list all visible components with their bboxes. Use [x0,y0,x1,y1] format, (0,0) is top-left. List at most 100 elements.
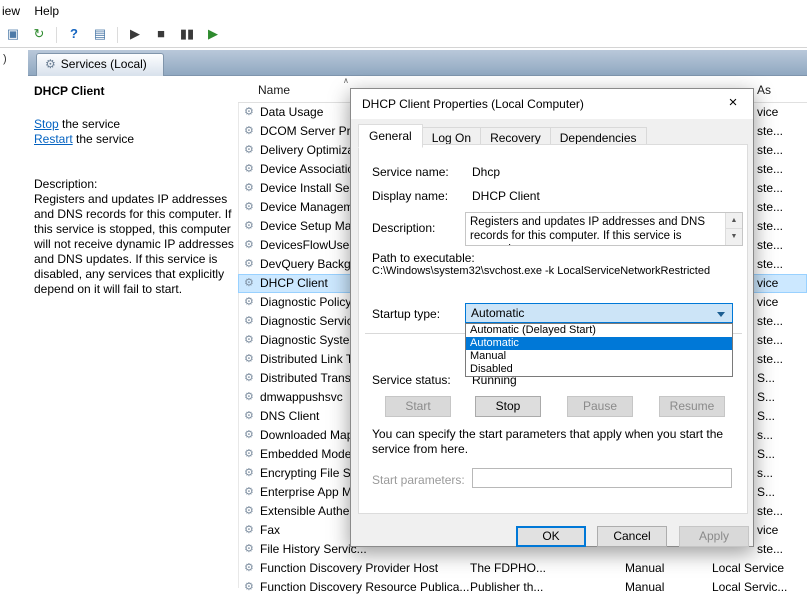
show-console-tree-icon[interactable]: ▣ [1,24,25,44]
stop-button[interactable]: Stop [475,396,541,417]
service-name: Device Setup Mar... [260,217,365,236]
logon-as-fragment: ste... [757,179,783,198]
dialog-tabs: GeneralLog OnRecoveryDependencies [358,125,646,146]
logon-as-fragment: S... [757,388,775,407]
logon-as-fragment: ste... [757,312,783,331]
service-gear-icon: ⚙ [244,388,254,407]
properties-list-icon[interactable]: ▤ [88,24,112,44]
service-gear-icon: ⚙ [244,293,254,312]
logon-as-fragment: ste... [757,502,783,521]
service-name: Diagnostic Policy... [260,293,360,312]
logon-as-fragment: vice [757,293,778,312]
column-header-logon-as-fragment[interactable]: As [757,83,771,97]
dialog-description-box[interactable]: Registers and updates IP addresses and D… [465,212,743,246]
service-gear-icon: ⚙ [244,369,254,388]
logon-as-fragment: ste... [757,141,783,160]
scroll-down-icon[interactable]: ▼ [725,229,742,245]
service-name: Fax [260,521,280,540]
logon-as-fragment: vice [757,103,778,122]
startup-type-value: Automatic [471,306,524,320]
toolbar-separator [56,27,57,43]
service-gear-icon: ⚙ [244,502,254,521]
service-name: Data Usage [260,103,323,122]
service-name: DevQuery Backgr... [260,255,364,274]
help-icon[interactable]: ? [62,24,86,44]
startup-type-label: Startup type: [372,307,440,321]
service-gear-icon: ⚙ [244,426,254,445]
dialog-titlebar[interactable]: DHCP Client Properties (Local Computer) … [351,89,753,119]
resume-button: Resume [659,396,725,417]
logon-as-fragment: S... [757,407,775,426]
menu-view[interactable]: iew [2,4,29,18]
close-icon[interactable]: × [713,89,753,118]
service-name: Diagnostic Servic... [260,312,363,331]
service-gear-icon: ⚙ [244,559,254,578]
service-gear-icon: ⚙ [244,445,254,464]
service-gear-icon: ⚙ [244,464,254,483]
service-name: Delivery Optimiza... [260,141,364,160]
service-name: Distributed Link T... [260,350,362,369]
restart-service-link[interactable]: Restart [34,132,73,146]
service-gear-icon: ⚙ [244,122,254,141]
pause-button: Pause [567,396,633,417]
service-row[interactable]: ⚙ Function Discovery Provider Host The FDP… [238,559,807,578]
stop-service-line: Stop the service [34,117,120,131]
display-name-value: DHCP Client [472,189,540,203]
startup-type-dropdown[interactable]: Automatic [465,303,733,323]
service-gear-icon: ⚙ [244,312,254,331]
stop-service-rest: the service [59,117,120,131]
logon-as-fragment: ste... [757,350,783,369]
service-gear-icon: ⚙ [244,179,254,198]
stop-service-link[interactable]: Stop [34,117,59,131]
logon-as-fragment: vice [757,274,778,293]
start-parameters-input[interactable] [472,468,732,488]
startup-option[interactable]: Automatic (Delayed Start) [466,324,732,337]
service-name: Device Managem... [260,198,363,217]
service-gear-icon: ⚙ [244,483,254,502]
service-name-label: Service name: [372,165,449,179]
cancel-button[interactable]: Cancel [597,526,667,547]
restart-service-line: Restart the service [34,132,134,146]
service-startup-type-cell: Manual [625,559,664,578]
tab-services-local[interactable]: ⚙Services (Local) [36,53,164,76]
service-name: Extensible Auther... [260,502,363,521]
console-tree-remnant: ) [3,53,7,65]
startup-option[interactable]: Disabled [466,363,732,376]
service-name-value: Dhcp [472,165,500,179]
logon-as-fragment: s... [757,426,773,445]
service-name: DNS Client [260,407,319,426]
logon-as-fragment: ste... [757,217,783,236]
stop-service-icon[interactable]: ■ [149,24,173,44]
start-service-icon[interactable]: ▶ [123,24,147,44]
tab-general[interactable]: General [358,124,423,148]
toolbar-icons: ▣↻?▤▶■▮▮▶ [0,27,226,41]
menu-bar: iew Help [0,0,807,22]
ok-button[interactable]: OK [516,526,586,547]
logon-as-fragment: S... [757,369,775,388]
column-header-name[interactable]: Name [258,83,290,97]
dialog-description-label: Description: [372,221,435,235]
start-button: Start [385,396,451,417]
logon-as-fragment: ste... [757,198,783,217]
service-logon-as-cell: Local Service [712,559,784,578]
start-parameters-note: You can specify the start parameters tha… [372,427,746,457]
apply-button[interactable]: Apply [679,526,749,547]
dialog-title: DHCP Client Properties (Local Computer) [362,97,584,111]
service-gear-icon: ⚙ [244,350,254,369]
service-name: dmwappushsvc [260,388,343,407]
startup-option[interactable]: Manual [466,350,732,363]
scroll-up-icon[interactable]: ▲ [725,213,742,229]
export-list-icon[interactable]: ↻ [27,24,51,44]
service-name: Function Discovery Provider Host [260,559,438,578]
description-label: Description: [34,177,97,191]
service-description-cell: The FDPHO... [470,559,546,578]
service-gear-icon: ⚙ [244,217,254,236]
pause-service-icon[interactable]: ▮▮ [175,24,199,44]
dialog-description-text: Registers and updates IP addresses and D… [470,216,705,246]
service-name: Enterprise App M... [260,483,362,502]
sort-ascending-icon: ∧ [343,76,349,85]
startup-option[interactable]: Automatic [466,337,732,350]
restart-service-icon[interactable]: ▶ [201,24,225,44]
menu-help[interactable]: Help [34,4,68,18]
service-name: Downloaded Map... [260,426,363,445]
